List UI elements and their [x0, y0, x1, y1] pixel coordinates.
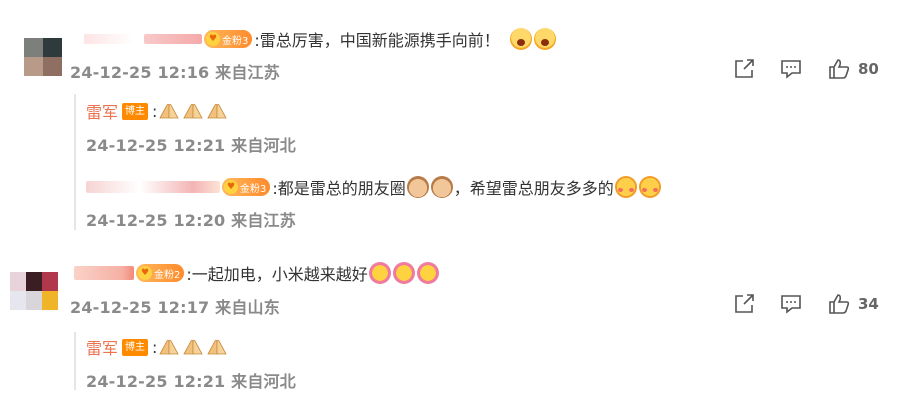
- reply-button[interactable]: [780, 294, 802, 314]
- shocked-emoji-icon: [509, 28, 532, 50]
- comment-icon: [781, 295, 801, 314]
- author-name[interactable]: 雷军: [86, 335, 118, 359]
- fan-badge: ♥ 金粉2: [136, 264, 185, 282]
- thumbs-up-icon: [829, 59, 850, 79]
- heart-icon: ♥: [138, 266, 152, 280]
- comment-text: :雷总厉害，中国新能源携手向前！: [254, 31, 500, 50]
- comment-content: ♥ 金粉2 :一起加电，小米越来越好: [74, 262, 440, 284]
- like-count: 34: [858, 295, 879, 313]
- avatar-pixel: [42, 291, 58, 310]
- pray-emoji-icon: [158, 338, 180, 356]
- fan-badge: ♥ 金粉3: [222, 178, 271, 196]
- like-count: 80: [858, 60, 879, 78]
- comment-actions: 80: [734, 58, 879, 80]
- blush-emoji-icon: [614, 176, 637, 198]
- username-redacted[interactable]: [74, 266, 134, 280]
- username-redacted[interactable]: [84, 34, 134, 44]
- reply-content: 雷军 博主 :: [86, 335, 229, 359]
- thumbs-up-icon: [829, 294, 850, 314]
- share-icon: [735, 59, 754, 78]
- fan-badge-label: 金粉2: [154, 269, 181, 281]
- reply-divider: [74, 94, 76, 230]
- comment-meta: 24-12-25 12:17 来自山东: [70, 298, 280, 317]
- avatar-pixel: [10, 272, 26, 291]
- reply-text: :: [152, 337, 158, 357]
- like-button[interactable]: 80: [828, 59, 879, 79]
- author-name[interactable]: 雷军: [86, 99, 118, 123]
- cat-emoji-icon: [430, 176, 453, 198]
- reply-text: :都是雷总的朋友圈: [272, 179, 406, 198]
- share-button[interactable]: [734, 59, 756, 79]
- shocked-emoji-icon: [533, 28, 556, 50]
- heart-icon: ♥: [206, 32, 220, 46]
- pray-emoji-icon: [206, 338, 228, 356]
- comment-actions: 34: [734, 293, 879, 315]
- blogger-badge: 博主: [122, 338, 149, 356]
- avatar-pixel: [10, 291, 26, 310]
- avatar-pixel: [26, 272, 42, 291]
- cat-emoji-icon: [406, 176, 429, 198]
- blush-emoji-icon: [638, 176, 661, 198]
- heart-icon: ♥: [224, 180, 238, 194]
- fan-badge-label: 金粉3: [222, 35, 249, 47]
- username-redacted[interactable]: [86, 181, 220, 193]
- pray-emoji-icon: [182, 102, 204, 120]
- avatar-pixel: [43, 57, 62, 76]
- pray-emoji-icon: [206, 102, 228, 120]
- avatar-pixel: [42, 272, 58, 291]
- fan-badge: ♥ 金粉3: [204, 30, 253, 48]
- reply-text-2: ，希望雷总朋友多多的: [453, 179, 614, 198]
- reply-meta: 24-12-25 12:21 来自河北: [86, 372, 296, 391]
- avatar-pixel: [24, 57, 43, 76]
- pray-emoji-icon: [182, 338, 204, 356]
- username-redacted[interactable]: [144, 34, 202, 44]
- reply-content: 雷军 博主 :: [86, 99, 229, 123]
- flower-emoji-icon: [368, 262, 391, 284]
- comment-text: :一起加电，小米越来越好: [186, 265, 368, 284]
- reply-button[interactable]: [780, 59, 802, 79]
- pray-emoji-icon: [158, 102, 180, 120]
- avatar[interactable]: [10, 272, 58, 310]
- reply-meta: 24-12-25 12:21 来自河北: [86, 136, 296, 155]
- fan-badge-label: 金粉3: [240, 183, 267, 195]
- blogger-badge: 博主: [122, 102, 149, 120]
- share-button[interactable]: [734, 294, 756, 314]
- comment-meta: 24-12-25 12:16 来自江苏: [70, 63, 280, 82]
- reply-divider: [74, 332, 76, 390]
- flower-emoji-icon: [392, 262, 415, 284]
- like-button[interactable]: 34: [828, 294, 879, 314]
- avatar-pixel: [24, 38, 43, 57]
- avatar-pixel: [26, 291, 42, 310]
- share-icon: [735, 294, 754, 313]
- flower-emoji-icon: [416, 262, 439, 284]
- comment-icon: [781, 60, 801, 79]
- reply-content: ♥ 金粉3 :都是雷总的朋友圈 ，希望雷总朋友多多的: [86, 175, 662, 199]
- reply-text: :: [152, 101, 158, 121]
- avatar[interactable]: [24, 38, 62, 76]
- reply-meta: 24-12-25 12:20 来自江苏: [86, 211, 296, 230]
- comment-content: ♥ 金粉3 :雷总厉害，中国新能源携手向前！: [84, 28, 557, 50]
- avatar-pixel: [43, 38, 62, 57]
